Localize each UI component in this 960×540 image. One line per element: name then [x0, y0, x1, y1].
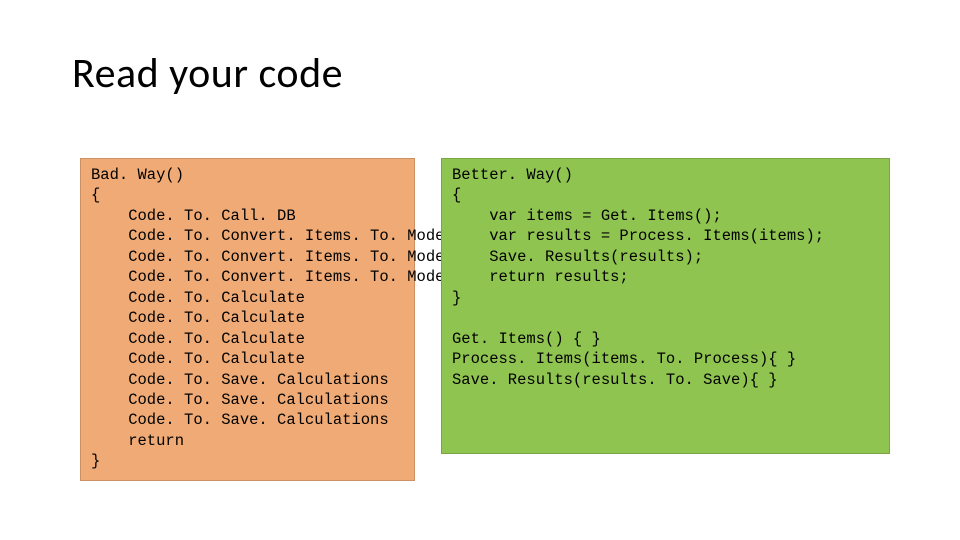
- good-code-panel: Better. Way() { var items = Get. Items()…: [441, 158, 890, 454]
- code-panels: Bad. Way() { Code. To. Call. DB Code. To…: [80, 158, 890, 481]
- bad-code-panel: Bad. Way() { Code. To. Call. DB Code. To…: [80, 158, 415, 481]
- slide-title: Read your code: [72, 48, 343, 99]
- slide: Read your code Bad. Way() { Code. To. Ca…: [0, 0, 960, 540]
